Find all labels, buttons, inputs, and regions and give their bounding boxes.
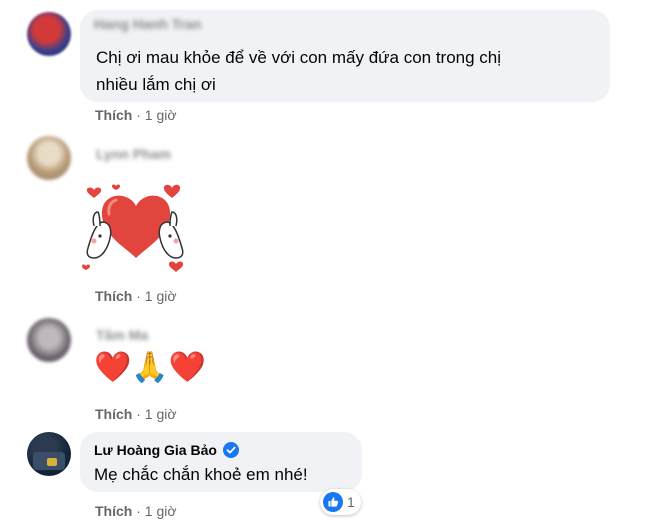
emoji-comment: ❤️🙏❤️ xyxy=(94,351,207,384)
comment-text-line1: Chị ơi mau khỏe để về với con mấy đứa co… xyxy=(96,48,502,67)
reaction-count: 1 xyxy=(347,494,355,510)
comment-meta: Thích · 1 giờ xyxy=(95,288,177,304)
separator: · xyxy=(136,406,141,422)
separator: · xyxy=(136,107,141,123)
comment-text: Mẹ chắc chắn khoẻ em nhé! xyxy=(94,465,308,484)
comment-bubble: Hang Hanh Tran Chị ơi mau khỏe để về với… xyxy=(80,10,610,102)
comment-bubble: Lư Hoàng Gia Bảo Mẹ chắc chắn khoẻ em nh… xyxy=(80,432,362,492)
timestamp[interactable]: 1 giờ xyxy=(145,288,177,304)
reaction-summary[interactable]: 1 xyxy=(320,489,361,515)
comment-author[interactable]: Lynn Pham xyxy=(96,146,171,162)
comment-meta: Thích · 1 giờ xyxy=(95,406,177,422)
comment-text-line2: nhiều lắm chị ơi xyxy=(96,75,216,94)
like-button[interactable]: Thích xyxy=(95,503,132,519)
timestamp[interactable]: 1 giờ xyxy=(145,406,177,422)
comment-meta: Thích · 1 giờ xyxy=(95,503,177,519)
avatar[interactable] xyxy=(27,136,71,180)
verified-badge-icon xyxy=(222,442,239,458)
heart-bunnies-sticker xyxy=(82,184,184,272)
thumbs-up-icon xyxy=(323,492,343,512)
comment-author-wrap: Lư Hoàng Gia Bảo xyxy=(94,442,239,458)
avatar[interactable] xyxy=(27,432,71,476)
like-button[interactable]: Thích xyxy=(95,406,132,422)
avatar[interactable] xyxy=(27,318,71,362)
comment-author[interactable]: Tâm Ma xyxy=(96,327,148,343)
comment-meta: Thích · 1 giờ xyxy=(95,107,177,123)
avatar[interactable] xyxy=(27,12,71,56)
like-button[interactable]: Thích xyxy=(95,288,132,304)
separator: · xyxy=(136,503,141,519)
timestamp[interactable]: 1 giờ xyxy=(145,503,177,519)
separator: · xyxy=(136,288,141,304)
timestamp[interactable]: 1 giờ xyxy=(145,107,177,123)
comment-author[interactable]: Hang Hanh Tran xyxy=(94,16,201,32)
like-button[interactable]: Thích xyxy=(95,107,132,123)
comment-author[interactable]: Lư Hoàng Gia Bảo xyxy=(94,442,217,458)
